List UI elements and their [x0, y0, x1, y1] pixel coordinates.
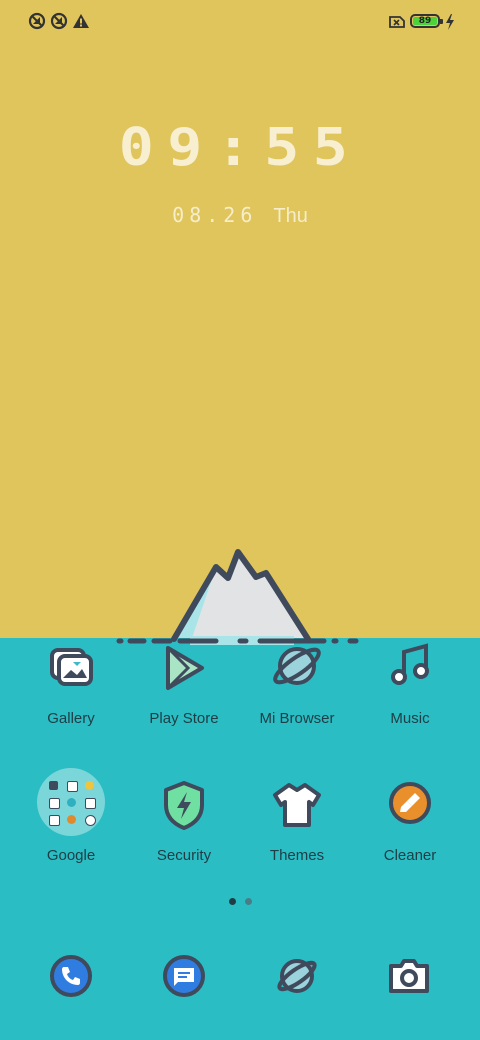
security-shield-icon — [164, 781, 204, 830]
app-label: Themes — [269, 847, 325, 864]
iceberg-illustration — [116, 549, 359, 645]
signal-off-icon — [50, 12, 68, 30]
browser-icon — [273, 647, 321, 685]
signal-off-icon — [28, 12, 46, 30]
app-gallery[interactable]: Gallery — [16, 642, 126, 732]
gallery-icon — [50, 648, 93, 686]
app-label: Gallery — [47, 710, 95, 727]
battery-percent: 89 — [418, 16, 432, 26]
mini-app-icon — [49, 798, 60, 809]
lockscreen-time: 09:55 — [118, 118, 362, 178]
app-label: Music — [390, 710, 430, 727]
wallpaper-sky — [0, 0, 480, 640]
app-play-store[interactable]: Play Store — [129, 642, 239, 732]
battery-icon: 89 — [410, 14, 443, 28]
lockscreen-date: 08.26 Thu — [0, 203, 480, 228]
themes-shirt-icon — [273, 783, 321, 827]
app-label: Google — [46, 847, 96, 864]
app-label: Play Store — [149, 710, 219, 727]
music-icon — [391, 643, 429, 685]
page-indicator[interactable] — [0, 898, 480, 906]
cleaner-brush-icon — [389, 782, 431, 824]
mini-app-icon — [49, 815, 60, 826]
browser-icon[interactable] — [275, 954, 319, 998]
mini-app-icon — [85, 781, 94, 790]
app-label: Mi Browser — [259, 710, 335, 727]
weekday-text: Thu — [273, 205, 308, 227]
camera-icon[interactable] — [387, 954, 431, 998]
mini-app-icon — [67, 781, 78, 792]
app-music[interactable]: Music — [355, 642, 465, 732]
charging-icon — [446, 14, 454, 30]
app-label: Cleaner — [383, 847, 437, 864]
status-bar: 89 — [0, 0, 480, 42]
page-dot[interactable] — [245, 898, 252, 905]
page-dot-active[interactable] — [229, 898, 236, 905]
app-cleaner[interactable]: Cleaner — [355, 779, 465, 869]
warning-icon — [73, 14, 89, 28]
app-label: Security — [156, 847, 212, 864]
mini-app-icon — [67, 815, 76, 824]
app-security[interactable]: Security — [129, 779, 239, 869]
google-folder-icon[interactable] — [37, 768, 105, 836]
mini-app-icon — [49, 781, 58, 790]
mini-app-icon — [67, 798, 76, 807]
mini-app-icon — [85, 798, 96, 809]
messages-icon[interactable] — [162, 954, 206, 998]
play-store-icon — [166, 646, 204, 690]
app-mi-browser[interactable]: Mi Browser — [242, 642, 352, 732]
app-themes[interactable]: Themes — [242, 779, 352, 869]
mini-app-icon — [85, 815, 96, 826]
no-sim-icon — [389, 16, 405, 28]
date-text: 08.26 — [172, 203, 258, 227]
phone-icon[interactable] — [49, 954, 93, 998]
